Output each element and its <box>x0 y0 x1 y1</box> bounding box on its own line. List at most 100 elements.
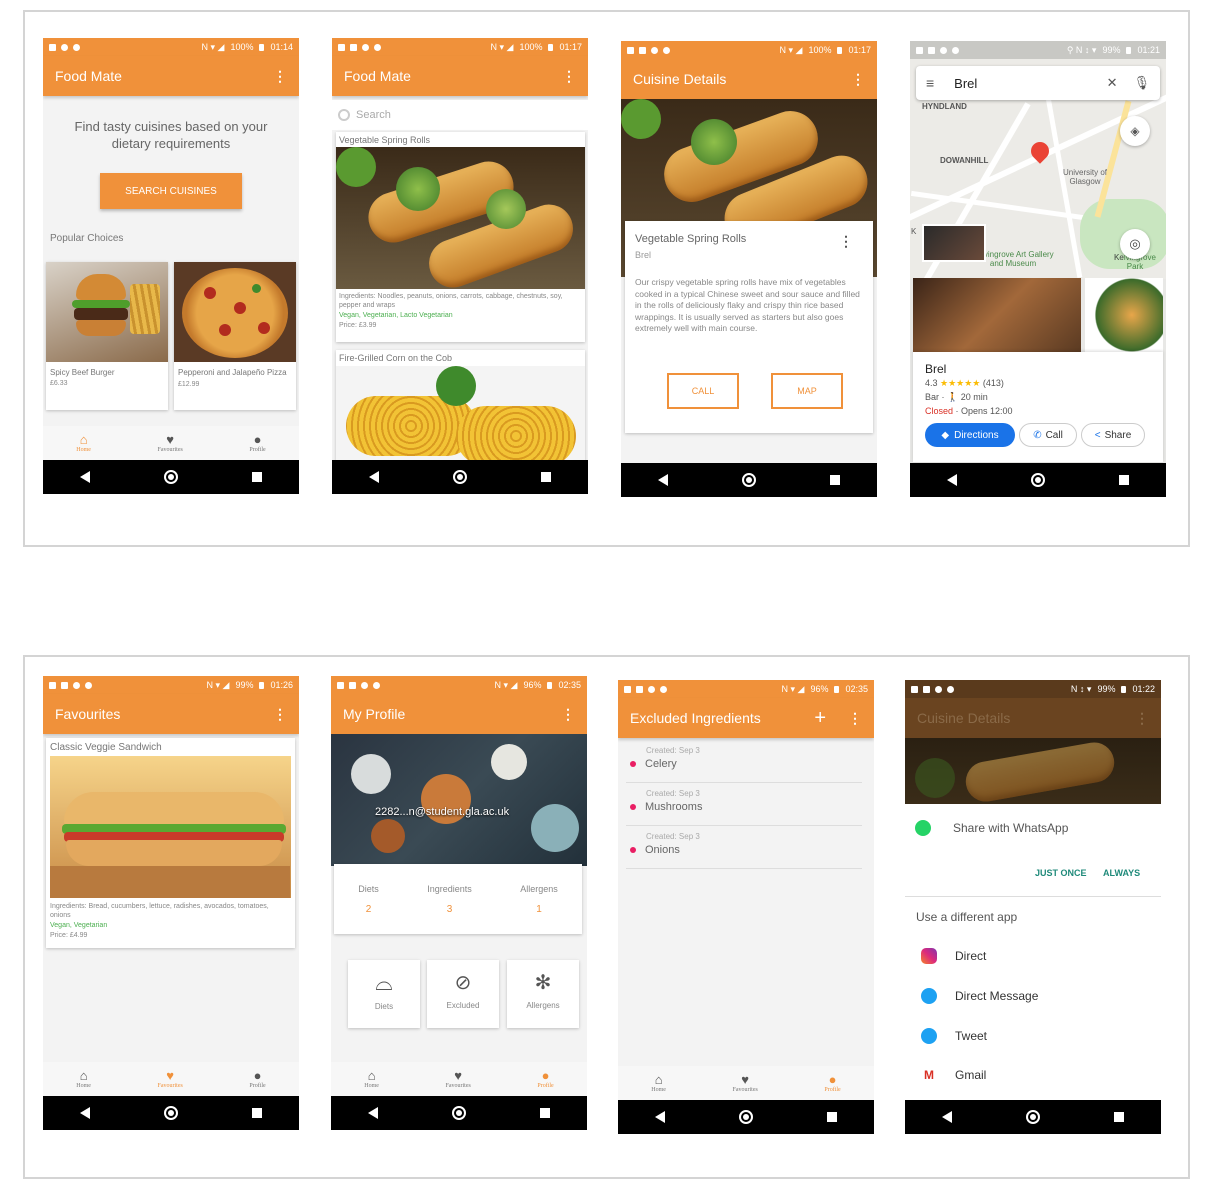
home-button-icon[interactable] <box>164 470 178 484</box>
account-icon: ● <box>541 1068 550 1083</box>
home-button-icon[interactable] <box>742 473 756 487</box>
popular-item-card[interactable]: Pepperoni and Jalapeño Pizza £12.99 <box>174 262 296 410</box>
recents-icon[interactable] <box>540 1108 550 1118</box>
app-option-gmail[interactable]: M Gmail <box>921 1068 986 1082</box>
recents-icon[interactable] <box>541 472 551 482</box>
nav-profile[interactable]: ● Profile <box>824 1072 840 1094</box>
street-view-thumbnail[interactable] <box>922 224 986 262</box>
system-nav-bar <box>618 1100 874 1134</box>
home-button-icon[interactable] <box>453 470 467 484</box>
map-button[interactable]: MAP <box>771 373 843 409</box>
nav-favourites[interactable]: ♥ Favourites <box>445 1069 470 1090</box>
overflow-menu-icon[interactable]: ⋮ <box>273 69 287 83</box>
recents-icon[interactable] <box>252 472 262 482</box>
overflow-menu-icon[interactable]: ⋮ <box>848 711 862 725</box>
app-option-tweet[interactable]: Tweet <box>921 1028 987 1044</box>
my-location-icon[interactable]: ◎ <box>1120 229 1150 259</box>
place-card[interactable]: Brel 4.3 ★★★★★ (413) Bar · 🚶 20 min Clos… <box>913 352 1163 462</box>
back-icon[interactable] <box>80 471 90 483</box>
nav-favourites[interactable]: ♥ Favourites <box>157 1069 182 1090</box>
profile-header-image: 2282...n@student.gla.ac.uk <box>331 734 587 866</box>
popular-item-card[interactable]: Spicy Beef Burger £6.33 <box>46 262 168 410</box>
home-button-icon[interactable] <box>1031 473 1045 487</box>
app-option-direct[interactable]: Direct <box>921 948 986 964</box>
home-button-icon[interactable] <box>739 1110 753 1124</box>
recents-icon[interactable] <box>830 475 840 485</box>
add-icon[interactable]: + <box>814 708 826 728</box>
nav-favourites[interactable]: ♥ Favourites <box>732 1073 757 1094</box>
card-menu-icon[interactable]: ⋮ <box>839 234 853 248</box>
nav-favourites[interactable]: ♥ Favourites <box>157 433 182 454</box>
call-place-button[interactable]: ✆ Call <box>1019 423 1077 447</box>
search-field[interactable]: Search <box>332 100 588 130</box>
recents-icon[interactable] <box>1114 1112 1124 1122</box>
back-icon[interactable] <box>80 1107 90 1119</box>
details-card: Vegetable Spring Rolls ⋮ Brel Our crispy… <box>625 221 873 433</box>
recents-icon[interactable] <box>1119 475 1129 485</box>
favourite-card[interactable]: Classic Veggie Sandwich Ingredients: Bre… <box>46 738 295 948</box>
menu-icon[interactable]: ≡ <box>926 75 934 91</box>
allergens-tile[interactable]: ✻ Allergens <box>507 960 579 1028</box>
back-icon[interactable] <box>655 1111 665 1123</box>
account-icon: ● <box>828 1072 837 1087</box>
share-whatsapp-row[interactable]: Share with WhatsApp <box>915 820 1068 836</box>
recents-icon[interactable] <box>252 1108 262 1118</box>
just-once-button[interactable]: JUST ONCE <box>1035 868 1087 878</box>
app-bar: Food Mate ⋮ <box>43 56 299 96</box>
recents-icon[interactable] <box>827 1112 837 1122</box>
item-name: Spicy Beef Burger <box>50 368 115 377</box>
overflow-menu-icon: ⋮ <box>1135 710 1149 726</box>
layers-icon[interactable]: ◈ <box>1120 116 1150 146</box>
app-title: Food Mate <box>344 68 411 84</box>
home-button-icon[interactable] <box>164 1106 178 1120</box>
share-place-button[interactable]: < Share <box>1081 423 1145 447</box>
map-search-bar[interactable]: ≡ Brel ✕ 🎙 <box>916 66 1160 100</box>
phone-icon: ✆ <box>1033 429 1042 441</box>
status-bar: N ▾ ◢ 100% 01:17 <box>621 41 877 59</box>
excluded-food-icon: ⊘ <box>454 972 472 994</box>
always-button[interactable]: ALWAYS <box>1103 868 1140 878</box>
microphone-icon[interactable]: 🎙 <box>1133 75 1150 91</box>
back-icon[interactable] <box>369 471 379 483</box>
clear-icon[interactable]: ✕ <box>1107 75 1118 91</box>
nav-profile[interactable]: ● Profile <box>249 1069 265 1090</box>
place-photos[interactable] <box>913 278 1163 352</box>
gmail-icon: M <box>924 1068 934 1082</box>
nav-home[interactable]: ⌂ Home <box>76 1069 91 1090</box>
cloche-icon: ⌓ <box>375 970 393 995</box>
pizza-image <box>174 262 296 362</box>
overflow-menu-icon[interactable]: ⋮ <box>562 69 576 83</box>
nav-home[interactable]: ⌂ Home <box>364 1068 379 1090</box>
excluded-tile[interactable]: ⊘ Excluded <box>427 960 499 1028</box>
diets-tile[interactable]: ⌓ Diets <box>348 960 420 1028</box>
overflow-menu-icon[interactable]: ⋮ <box>851 72 865 86</box>
nav-profile[interactable]: ● Profile <box>249 433 265 454</box>
home-button-icon[interactable] <box>452 1106 466 1120</box>
call-button[interactable]: CALL <box>667 373 739 409</box>
map-label: DOWANHILL <box>940 156 989 165</box>
nav-profile[interactable]: ● Profile <box>537 1068 553 1090</box>
home-button-icon[interactable] <box>1026 1110 1040 1124</box>
excluded-item[interactable]: Created: Sep 3 Celery <box>626 740 862 783</box>
nav-home[interactable]: ⌂ Home <box>651 1073 666 1094</box>
back-icon[interactable] <box>947 474 957 486</box>
directions-button[interactable]: ◆ Directions <box>925 423 1015 447</box>
back-icon[interactable] <box>942 1111 952 1123</box>
system-nav-bar <box>331 1096 587 1130</box>
app-option-direct-message[interactable]: Direct Message <box>921 988 1038 1004</box>
cuisine-card[interactable]: Vegetable Spring Rolls Ingredients: Nood… <box>336 132 585 342</box>
excluded-item[interactable]: Created: Sep 3 Mushrooms <box>626 783 862 826</box>
back-icon[interactable] <box>368 1107 378 1119</box>
item-name: Pepperoni and Jalapeño Pizza <box>178 368 287 377</box>
excluded-item[interactable]: Created: Sep 3 Onions <box>626 826 862 869</box>
overflow-menu-icon[interactable]: ⋮ <box>273 707 287 721</box>
back-icon[interactable] <box>658 474 668 486</box>
home-icon: ⌂ <box>367 1068 376 1083</box>
spring-rolls-image <box>336 147 585 289</box>
stat-ingredients[interactable]: Ingredients 3 <box>427 884 472 915</box>
nav-home[interactable]: ⌂ Home <box>76 433 91 454</box>
stat-allergens[interactable]: Allergens 1 <box>520 884 558 915</box>
overflow-menu-icon[interactable]: ⋮ <box>561 707 575 721</box>
stat-diets[interactable]: Diets 2 <box>358 884 379 915</box>
search-cuisines-button[interactable]: SEARCH CUISINES <box>100 173 242 209</box>
